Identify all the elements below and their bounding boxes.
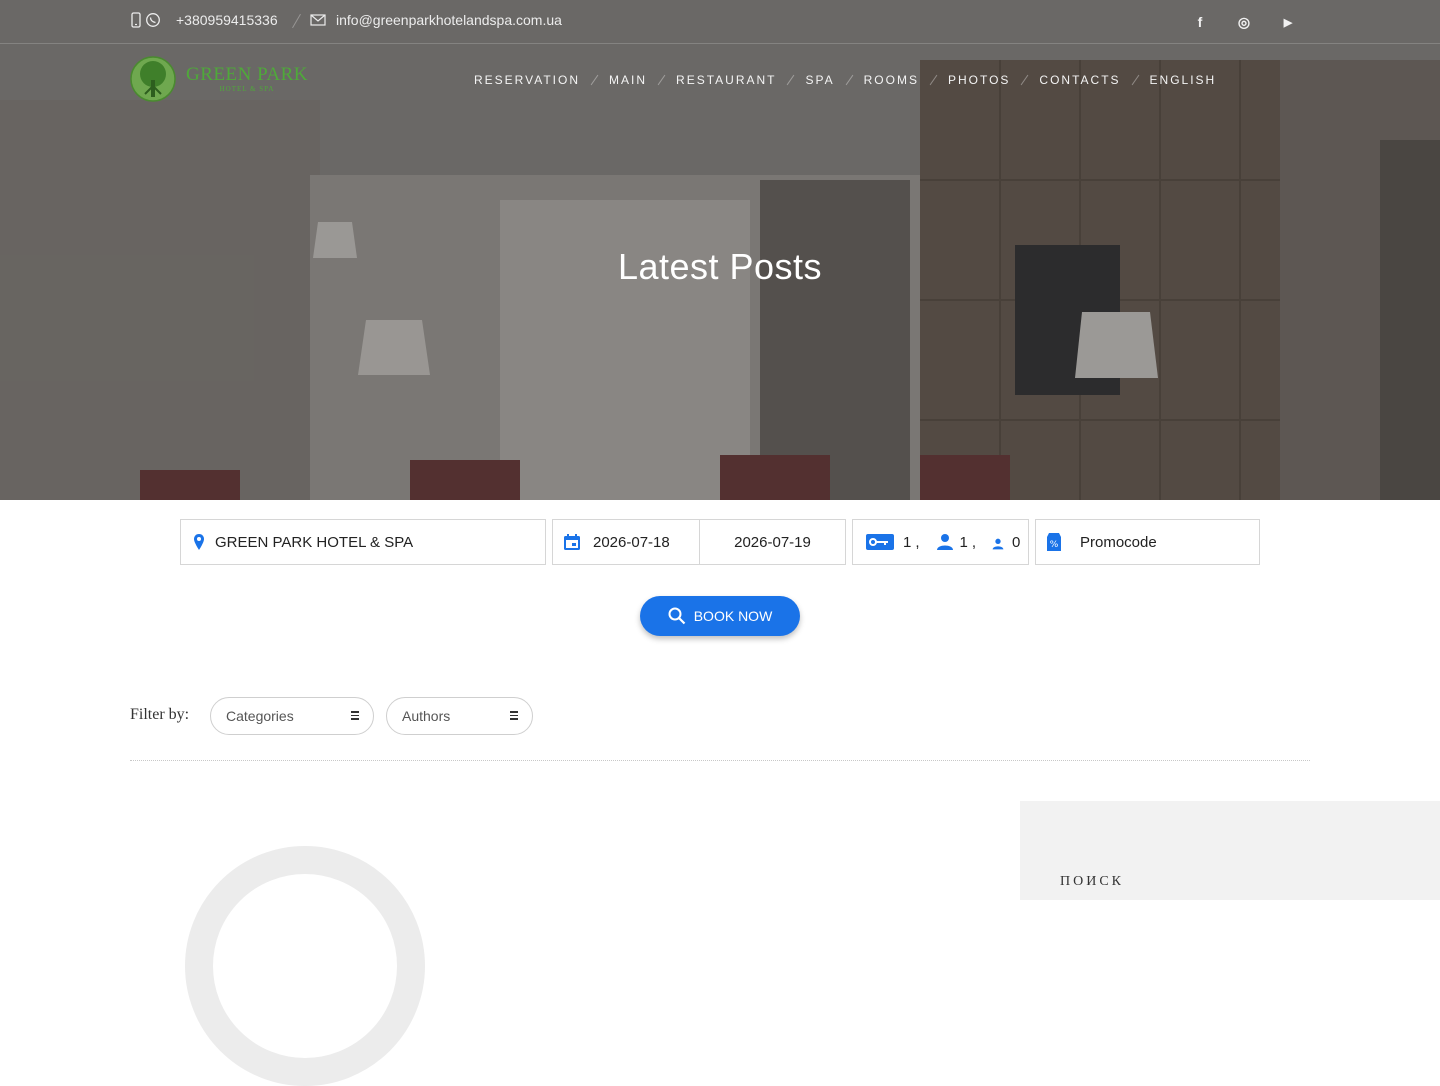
- sidebar-search-title: ПОИСК: [1060, 874, 1125, 889]
- comma-separator: ,: [971, 533, 977, 551]
- nav-separator: [787, 74, 795, 86]
- mobile-phone-icon: [131, 12, 141, 28]
- phone-contact[interactable]: +380959415336: [131, 12, 278, 28]
- promocode-field[interactable]: % Promocode: [1035, 519, 1260, 565]
- checkout-date: 2026-07-19: [734, 533, 811, 551]
- promocode-placeholder: Promocode: [1080, 533, 1157, 551]
- comma-separator: ,: [915, 533, 920, 551]
- discount-tag-icon: %: [1047, 533, 1061, 551]
- authors-select[interactable]: Authors: [386, 697, 533, 735]
- post-image-placeholder: [185, 846, 425, 1086]
- nav-item-contacts[interactable]: CONTACTS: [1039, 73, 1120, 87]
- checkin-date-field[interactable]: 2026-07-18: [552, 519, 700, 565]
- categories-select[interactable]: Categories: [210, 697, 374, 735]
- nav-separator: [657, 74, 666, 86]
- nav-separator: [929, 74, 938, 86]
- nav-item-language[interactable]: ENGLISH: [1150, 73, 1217, 87]
- nav-separator: [590, 74, 599, 86]
- categories-label: Categories: [226, 708, 294, 724]
- booking-form: GREEN PARK HOTEL & SPA 2026-07-18 2026-0…: [180, 519, 1260, 565]
- viber-icon: [146, 13, 160, 27]
- email-contact[interactable]: info@greenparkhotelandspa.com.ua: [310, 12, 562, 28]
- logo-subtitle: HOTEL & SPA: [219, 85, 275, 93]
- section-divider: [130, 760, 1310, 761]
- topbar-separator: [292, 13, 301, 29]
- nav-separator: [1131, 74, 1139, 86]
- checkout-date-field[interactable]: 2026-07-19: [699, 519, 846, 565]
- search-icon: [668, 607, 685, 625]
- youtube-icon[interactable]: ▶: [1278, 12, 1298, 32]
- menu-icon: [351, 711, 359, 722]
- room-key-icon: [866, 534, 894, 550]
- hotel-name: GREEN PARK HOTEL & SPA: [215, 533, 414, 551]
- nav-item-rooms[interactable]: ROOMS: [864, 73, 919, 87]
- sidebar: ПОИСК: [1020, 801, 1440, 900]
- main-nav: RESERVATION MAIN RESTAURANT SPA ROOMS PH…: [474, 72, 1216, 88]
- svg-text:%: %: [1050, 540, 1059, 550]
- adult-icon: [936, 534, 953, 550]
- tree-logo-icon: [130, 56, 176, 102]
- top-bar: +380959415336 info@greenparkhotelandspa.…: [0, 0, 1440, 44]
- instagram-icon[interactable]: ◎: [1234, 12, 1254, 32]
- nav-separator: [1021, 74, 1029, 86]
- rooms-count: 1: [903, 533, 912, 551]
- adults-count: 1: [959, 533, 968, 551]
- book-now-label: BOOK NOW: [693, 608, 773, 624]
- envelope-icon: [310, 14, 326, 26]
- filter-label: Filter by:: [130, 706, 190, 723]
- calendar-icon: [564, 534, 580, 550]
- child-icon: [992, 538, 1004, 550]
- children-count: 0: [1012, 533, 1021, 551]
- location-pin-icon: [194, 534, 204, 550]
- nav-separator: [845, 74, 853, 86]
- nav-item-reservation[interactable]: RESERVATION: [474, 73, 580, 87]
- logo-title: GREEN PARK: [186, 64, 309, 85]
- phone-number: +380959415336: [176, 12, 278, 28]
- book-now-button[interactable]: BOOK NOW: [640, 596, 800, 636]
- email-address: info@greenparkhotelandspa.com.ua: [336, 12, 562, 28]
- nav-item-spa[interactable]: SPA: [805, 73, 834, 87]
- authors-label: Authors: [402, 708, 451, 724]
- nav-item-photos[interactable]: PHOTOS: [948, 73, 1010, 87]
- nav-item-main[interactable]: MAIN: [609, 73, 647, 87]
- hotel-select[interactable]: GREEN PARK HOTEL & SPA: [180, 519, 546, 565]
- guests-field[interactable]: 1 , 1 , 0: [852, 519, 1029, 565]
- menu-icon: [510, 711, 518, 722]
- hero-banner: +380959415336 info@greenparkhotelandspa.…: [0, 0, 1440, 500]
- facebook-icon[interactable]: f: [1190, 12, 1210, 32]
- page-title: Latest Posts: [617, 246, 823, 288]
- nav-item-restaurant[interactable]: RESTAURANT: [676, 73, 776, 87]
- checkin-date: 2026-07-18: [593, 533, 670, 551]
- logo[interactable]: GREEN PARK HOTEL & SPA: [130, 56, 308, 102]
